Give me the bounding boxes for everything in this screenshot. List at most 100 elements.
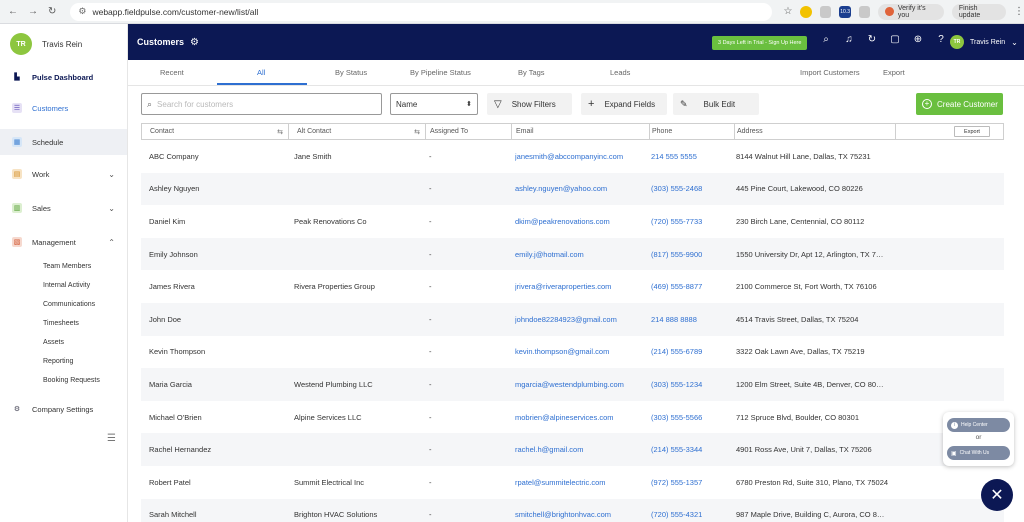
table-export-button[interactable]: Export [954,126,990,137]
table-row[interactable]: ABC Company Jane Smith - janesmith@abccompa… [141,140,1004,173]
tab-recent[interactable]: Recent [160,68,184,77]
sidebar-item-sales[interactable]: ▥ Sales ⌄ [0,195,127,221]
cell-phone[interactable]: 214 555 5555 [651,140,733,173]
sidebar-subitem-communications[interactable]: Communications [0,295,127,314]
column-sort-icon[interactable]: ⇆ [277,128,283,136]
table-row[interactable]: Sarah Mitchell Brighton HVAC Solutions - sm… [141,498,1004,522]
sidebar-subitem-team-members[interactable]: Team Members [0,257,127,276]
search-icon[interactable]: ⌕ [820,34,832,45]
finish-update-button[interactable]: Finish update [951,3,1006,20]
header-user-menu[interactable]: TR Travis Rein ⌄ [950,35,1018,49]
add-icon[interactable]: ⊕ [912,34,924,45]
sidebar-item-management[interactable]: ▧ Management ⌃ [0,229,127,255]
chevron-down-icon[interactable]: ⌄ [108,204,115,213]
extensions-puzzle-icon[interactable] [858,5,871,18]
cell-email[interactable]: emily.j@hotmail.com [515,238,647,271]
sidebar-subitem-internal-activity[interactable]: Internal Activity [0,276,127,295]
table-row[interactable]: Emily Johnson - emily.j@hotmail.com (817) 5… [141,237,1004,271]
cell-email[interactable]: mgarcia@westendplumbing.com [515,368,647,401]
reload-icon[interactable]: ↻ [48,6,56,17]
sidebar-subitem-timesheets[interactable]: Timesheets [0,314,127,333]
tab-by-status[interactable]: By Status [335,68,367,77]
table-row[interactable]: Kevin Thompson - kevin.thompson@gmail.com(… [141,336,1004,369]
bulk-edit-button[interactable]: ✎ Bulk Edit [673,93,759,115]
table-row[interactable]: Rachel Hernandez - rachel.h@gmail.com (214)… [141,433,1004,466]
help-icon[interactable]: ? [935,34,947,45]
table-row[interactable]: Daniel Kim Peak Renovations Co - dkim@peakr… [141,205,1004,238]
chat-with-us-button[interactable]: ▣ Chat With Us [947,446,1010,460]
column-header-phone[interactable]: Phone [650,124,735,139]
collapse-sidebar-icon[interactable]: ☰ [107,433,116,444]
expand-fields-button[interactable]: + Expand Fields [581,93,667,115]
back-icon[interactable]: ← [8,6,18,17]
sidebar-subitem-reporting[interactable]: Reporting [0,352,127,371]
cell-phone[interactable]: (469) 555-8877 [651,270,733,303]
sort-select[interactable]: Name ⬍ [390,93,478,115]
cell-email[interactable]: johndoe82284923@gmail.com [515,303,647,336]
cell-phone[interactable]: (972) 555-1357 [651,466,733,499]
settings-gear-icon[interactable]: ⚙ [190,37,199,48]
messages-icon[interactable]: ▢ [889,34,901,45]
forward-icon[interactable]: → [28,6,38,17]
notification-bell-icon[interactable]: ♫ [843,34,855,45]
show-filters-button[interactable]: ▽ Show Filters [487,93,572,115]
cell-phone[interactable]: (817) 555-9900 [651,238,733,271]
cell-phone[interactable]: (214) 555-3344 [651,433,733,466]
table-row[interactable]: Ashley Nguyen - ashley.nguyen@yahoo.com (30… [141,172,1004,206]
refresh-icon[interactable]: ↻ [866,34,878,45]
sidebar-subitem-assets[interactable]: Assets [0,333,127,352]
cell-email[interactable]: rpatel@summitelectric.com [515,466,647,499]
column-sort-icon[interactable]: ⇆ [414,128,420,136]
cell-phone[interactable]: (720) 555-7733 [651,205,733,238]
column-header-alt-contact[interactable]: Alt Contact ⇆ [289,124,426,139]
table-row[interactable]: James Rivera Rivera Properties Group - jriv… [141,270,1004,303]
sidebar-item-pulse-dashboard[interactable]: ▙ Pulse Dashboard [0,64,127,90]
column-header-assigned-to[interactable]: Assigned To [426,124,512,139]
table-row[interactable]: John Doe - johndoe82284923@gmail.com 214 88… [141,302,1004,336]
cell-email[interactable]: rachel.h@gmail.com [515,433,647,466]
close-help-button[interactable]: ✕ [981,479,1013,511]
column-header-contact[interactable]: Contact ⇆ [142,124,289,139]
tab-leads[interactable]: Leads [610,68,630,77]
site-info-icon[interactable]: ⚙ [78,6,86,17]
column-header-email[interactable]: Email [512,124,650,139]
sidebar-item-customers[interactable]: ☰ Customers [0,95,127,121]
cell-phone[interactable]: (214) 555-6789 [651,336,733,369]
tab-by-pipeline-status[interactable]: By Pipeline Status [410,68,471,77]
help-center-button[interactable]: i Help Center [947,418,1010,432]
sidebar-item-company-settings[interactable]: ⚙ Company Settings [0,396,127,422]
cell-email[interactable]: janesmith@abccompanyinc.com [515,140,647,173]
cell-phone[interactable]: (720) 555-4321 [651,499,733,522]
address-bar[interactable]: ⚙ webapp.fieldpulse.com/customer-new/lis… [70,2,772,21]
cell-email[interactable]: mobrien@alpineservices.com [515,401,647,434]
cell-email[interactable]: kevin.thompson@gmail.com [515,336,647,369]
extension-emoji-icon[interactable] [800,5,812,18]
cell-phone[interactable]: (303) 555-2468 [651,173,733,206]
browser-menu-icon[interactable]: ⋮ [1014,6,1024,17]
export-link[interactable]: Export [883,68,905,77]
cell-phone[interactable]: 214 888 8888 [651,303,733,336]
sidebar-subitem-booking-requests[interactable]: Booking Requests [0,371,127,390]
sidebar-user[interactable]: TR Travis Rein [0,24,127,64]
cell-email[interactable]: smitchell@brightonhvac.com [515,499,647,522]
profile-button[interactable]: Verify it's you [878,3,944,20]
tab-all[interactable]: All [257,68,265,77]
extension-camera-icon[interactable] [819,5,832,18]
import-customers-link[interactable]: Import Customers [800,68,860,77]
table-row[interactable]: Robert Patel Summit Electrical Inc - rpatel… [141,466,1004,499]
table-row[interactable]: Michael O'Brien Alpine Services LLC - mobri… [141,401,1004,434]
trial-signup-button[interactable]: 3 Days Left in Trial - Sign Up Here [712,36,808,50]
search-box[interactable]: ⌕ [141,93,382,115]
extension-badge-icon[interactable]: 10.3 [839,5,851,18]
cell-phone[interactable]: (303) 555-1234 [651,368,733,401]
cell-email[interactable]: dkim@peakrenovations.com [515,205,647,238]
chevron-down-icon[interactable]: ⌄ [108,170,115,179]
bookmark-star-icon[interactable]: ☆ [784,6,793,17]
tab-by-tags[interactable]: By Tags [518,68,545,77]
cell-phone[interactable]: (303) 555-5566 [651,401,733,434]
cell-email[interactable]: ashley.nguyen@yahoo.com [515,173,647,206]
create-customer-button[interactable]: + Create Customer [916,93,1003,115]
column-header-address[interactable]: Address [735,124,896,139]
sidebar-item-work[interactable]: ▤ Work ⌄ [0,161,127,187]
chevron-up-icon[interactable]: ⌃ [108,238,115,247]
